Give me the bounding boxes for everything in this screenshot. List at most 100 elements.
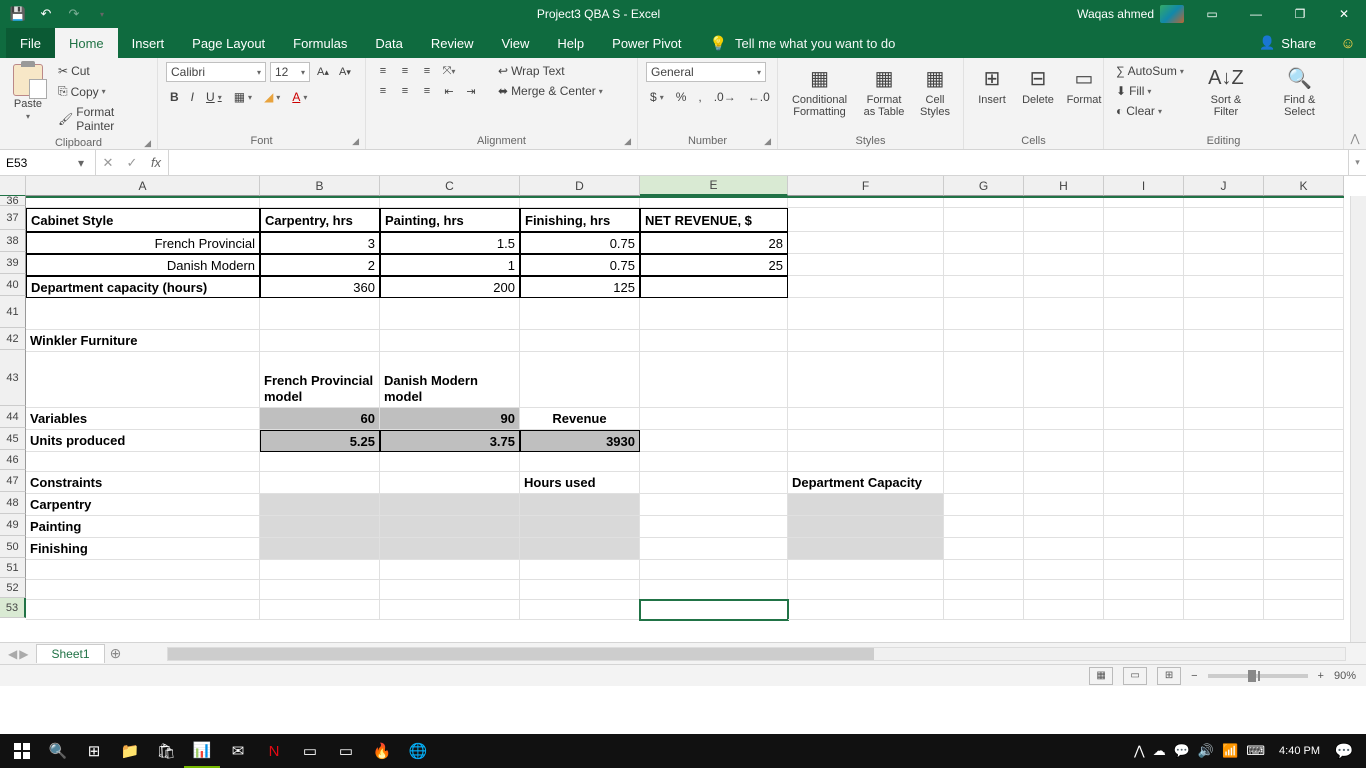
cell-F45[interactable] — [788, 430, 944, 452]
cell-A49[interactable]: Painting — [26, 516, 260, 538]
cell-F50[interactable] — [788, 538, 944, 560]
increase-font-icon[interactable]: A▴ — [314, 63, 332, 81]
cell-E51[interactable] — [640, 560, 788, 580]
row-header-52[interactable]: 52 — [0, 578, 26, 598]
cell-K45[interactable] — [1264, 430, 1344, 452]
orientation-icon[interactable]: ⤧▾ — [440, 62, 458, 80]
zoom-slider[interactable] — [1208, 674, 1308, 678]
cell-H38[interactable] — [1024, 232, 1104, 254]
cell-A37[interactable]: Cabinet Style — [26, 208, 260, 232]
cell-E42[interactable] — [640, 330, 788, 352]
cell-H53[interactable] — [1024, 600, 1104, 620]
cell-J44[interactable] — [1184, 408, 1264, 430]
cell-C38[interactable]: 1.5 — [380, 232, 520, 254]
tab-review[interactable]: Review — [417, 28, 488, 58]
paste-button[interactable]: Paste▾ — [8, 62, 48, 125]
cell-F40[interactable] — [788, 276, 944, 298]
normal-view-icon[interactable]: ▦ — [1089, 667, 1113, 685]
cell-E44[interactable] — [640, 408, 788, 430]
cell-A51[interactable] — [26, 560, 260, 580]
cell-A38[interactable]: French Provincial — [26, 232, 260, 254]
cell-A43[interactable] — [26, 352, 260, 408]
align-bottom-icon[interactable]: ≡ — [418, 62, 436, 80]
cell-B45[interactable]: 5.25 — [260, 430, 380, 452]
cell-H45[interactable] — [1024, 430, 1104, 452]
page-layout-view-icon[interactable]: ▭ — [1123, 667, 1147, 685]
cell-B46[interactable] — [260, 452, 380, 472]
increase-decimal-icon[interactable]: .0→ — [710, 88, 740, 106]
row-header-51[interactable]: 51 — [0, 558, 26, 578]
wrap-text-button[interactable]: ↩Wrap Text — [494, 62, 607, 80]
col-header-G[interactable]: G — [944, 176, 1024, 196]
cell-J36[interactable] — [1184, 198, 1264, 208]
cell-G53[interactable] — [944, 600, 1024, 620]
bold-button[interactable]: B — [166, 88, 183, 106]
cell-I43[interactable] — [1104, 352, 1184, 408]
cell-styles-button[interactable]: ▦Cell Styles — [915, 62, 955, 120]
col-header-H[interactable]: H — [1024, 176, 1104, 196]
cell-H42[interactable] — [1024, 330, 1104, 352]
align-left-icon[interactable]: ≡ — [374, 82, 392, 100]
number-format-combo[interactable]: General▾ — [646, 62, 766, 82]
tab-data[interactable]: Data — [361, 28, 416, 58]
cell-H52[interactable] — [1024, 580, 1104, 600]
tab-power-pivot[interactable]: Power Pivot — [598, 28, 695, 58]
cell-F51[interactable] — [788, 560, 944, 580]
cell-A48[interactable]: Carpentry — [26, 494, 260, 516]
cell-J52[interactable] — [1184, 580, 1264, 600]
col-header-F[interactable]: F — [788, 176, 944, 196]
add-sheet-button[interactable]: ⊕ — [105, 645, 127, 662]
cell-A39[interactable]: Danish Modern — [26, 254, 260, 276]
cell-H49[interactable] — [1024, 516, 1104, 538]
cell-G51[interactable] — [944, 560, 1024, 580]
sheet-prev-icon[interactable]: ◀ — [8, 647, 17, 661]
col-header-B[interactable]: B — [260, 176, 380, 196]
align-middle-icon[interactable]: ≡ — [396, 62, 414, 80]
cell-I51[interactable] — [1104, 560, 1184, 580]
cell-I46[interactable] — [1104, 452, 1184, 472]
cell-I49[interactable] — [1104, 516, 1184, 538]
redo-icon[interactable]: ↷ — [62, 3, 86, 25]
app-icon[interactable]: ▭ — [292, 734, 328, 768]
cell-J46[interactable] — [1184, 452, 1264, 472]
mail-icon[interactable]: ✉ — [220, 734, 256, 768]
start-button[interactable] — [4, 734, 40, 768]
cell-D49[interactable] — [520, 516, 640, 538]
cell-E53[interactable] — [640, 600, 788, 620]
cell-C50[interactable] — [380, 538, 520, 560]
cell-H39[interactable] — [1024, 254, 1104, 276]
cell-E47[interactable] — [640, 472, 788, 494]
cell-A50[interactable]: Finishing — [26, 538, 260, 560]
sort-filter-button[interactable]: A↓ZSort & Filter — [1194, 62, 1258, 120]
cell-F49[interactable] — [788, 516, 944, 538]
cell-B50[interactable] — [260, 538, 380, 560]
cell-I41[interactable] — [1104, 298, 1184, 330]
cell-G38[interactable] — [944, 232, 1024, 254]
user-avatar[interactable] — [1160, 5, 1184, 23]
decrease-decimal-icon[interactable]: ←.0 — [744, 88, 774, 106]
cell-E41[interactable] — [640, 298, 788, 330]
cell-K37[interactable] — [1264, 208, 1344, 232]
clipboard-launcher-icon[interactable]: ◢ — [144, 138, 151, 149]
row-header-48[interactable]: 48 — [0, 492, 26, 514]
row-header-44[interactable]: 44 — [0, 406, 26, 428]
system-tray[interactable]: ⋀ ☁ 💬 🔊 📶 ⌨ — [1134, 743, 1273, 759]
file-explorer-icon[interactable]: 📁 — [112, 734, 148, 768]
cell-A36[interactable] — [26, 198, 260, 208]
cell-I48[interactable] — [1104, 494, 1184, 516]
cell-E37[interactable]: NET REVENUE, $ — [640, 208, 788, 232]
cell-D41[interactable] — [520, 298, 640, 330]
name-box-dropdown-icon[interactable]: ▾ — [72, 156, 90, 170]
cell-C52[interactable] — [380, 580, 520, 600]
cell-H36[interactable] — [1024, 198, 1104, 208]
row-header-45[interactable]: 45 — [0, 428, 26, 450]
align-top-icon[interactable]: ≡ — [374, 62, 392, 80]
cell-A40[interactable]: Department capacity (hours) — [26, 276, 260, 298]
cell-H47[interactable] — [1024, 472, 1104, 494]
increase-indent-icon[interactable]: ⇥ — [462, 82, 480, 100]
cell-E43[interactable] — [640, 352, 788, 408]
page-break-view-icon[interactable]: ⊞ — [1157, 667, 1181, 685]
cell-D47[interactable]: Hours used — [520, 472, 640, 494]
row-header-36[interactable]: 36 — [0, 196, 26, 206]
cell-I37[interactable] — [1104, 208, 1184, 232]
